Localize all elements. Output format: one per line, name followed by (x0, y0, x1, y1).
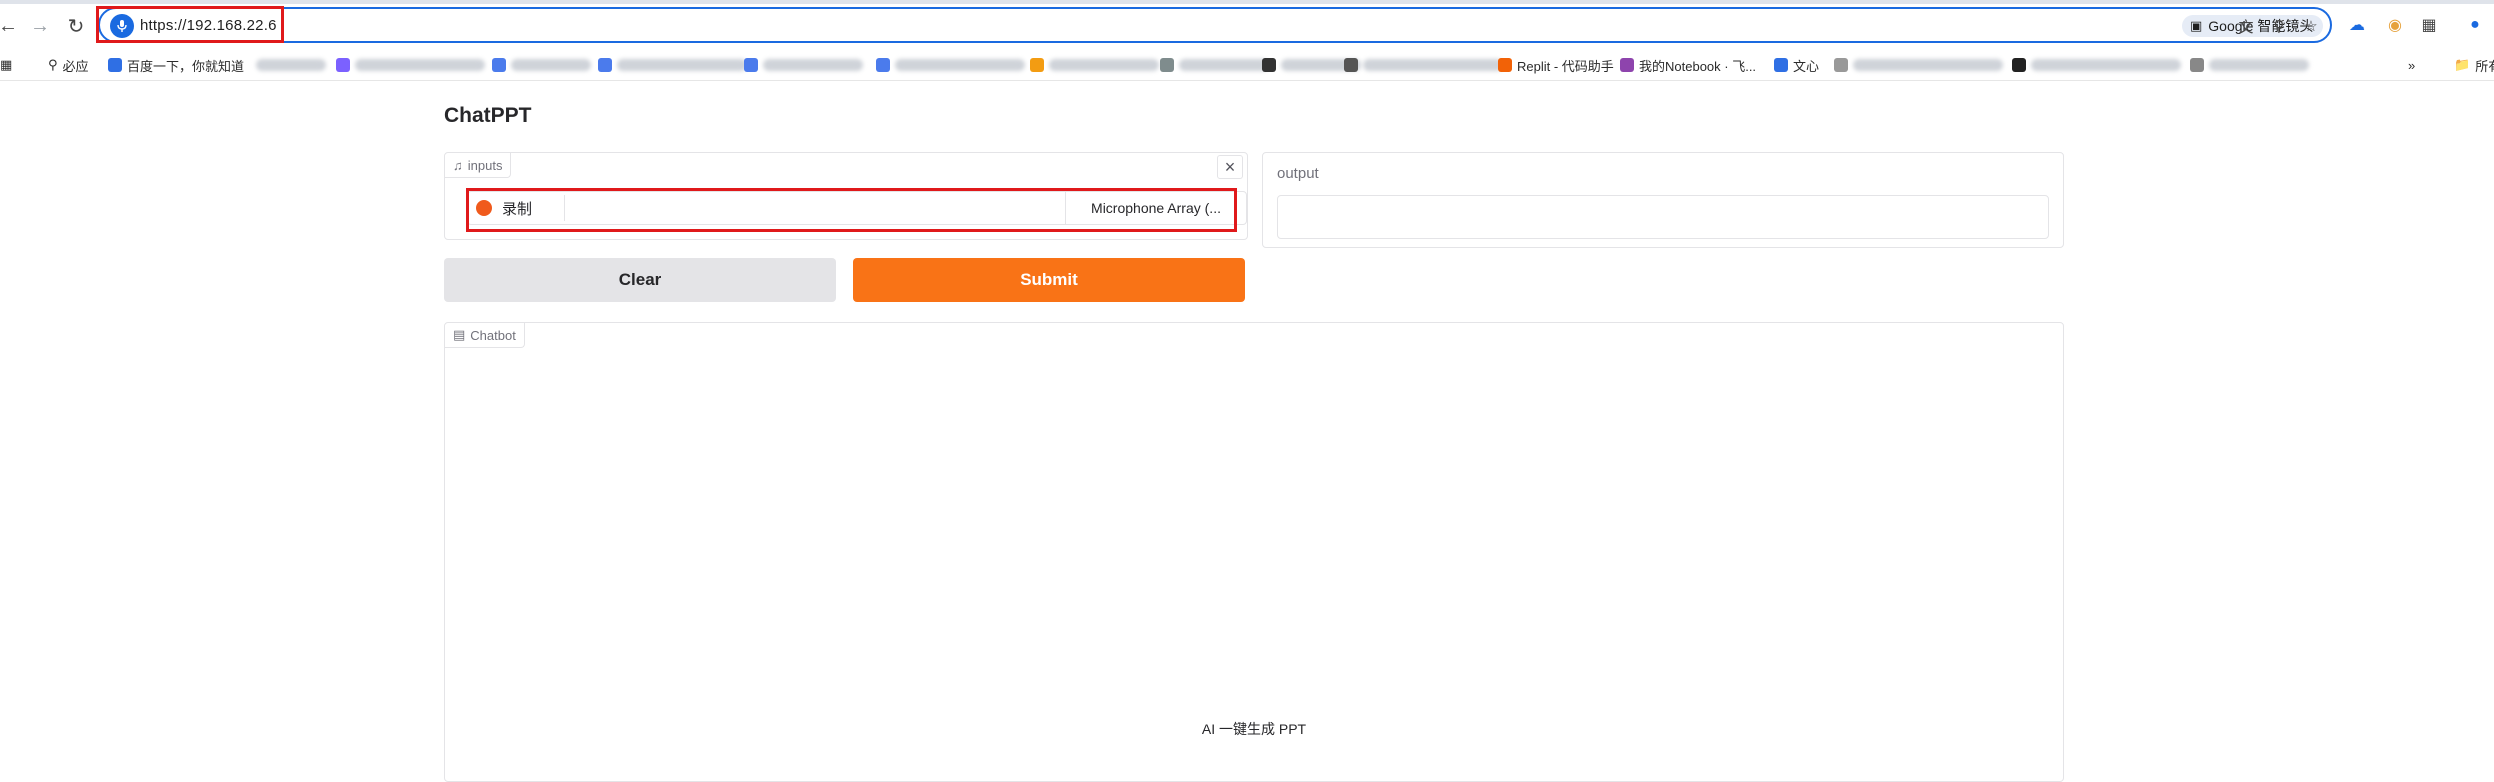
page-title: ChatPPT (444, 104, 532, 127)
chatbot-label: Chatbot (470, 327, 516, 343)
output-textbox[interactable] (1277, 195, 2049, 239)
bookmark-label: 百度一下，你就知道 (127, 58, 245, 74)
bookmark-item-blurred[interactable] (598, 56, 747, 74)
bookmark-label: 必应 (62, 58, 89, 74)
bookmarks-overflow-icon[interactable]: » (2408, 56, 2415, 74)
address-bar[interactable]: https://192.168.22.6 ▣ Google 智能镜头 文 ⚲ ☆ (98, 7, 2332, 43)
bookmark-item[interactable]: ⚲ 必应 (48, 56, 89, 74)
bookmark-item-blurred[interactable] (336, 56, 485, 74)
clear-button[interactable]: Clear (444, 258, 836, 302)
chatbot-message: AI 一键生成 PPT (1201, 721, 1307, 737)
bookmark-item[interactable]: 文心 (1774, 56, 1819, 74)
chatbot-block-label: ▤ Chatbot (445, 323, 525, 348)
profile-avatar-icon[interactable]: ● (2462, 12, 2488, 38)
bookmark-label: 我的Notebook · 飞... (1639, 58, 1757, 74)
bookmark-item-blurred[interactable] (1344, 56, 1503, 74)
wenxin-icon (1774, 58, 1788, 72)
folder-icon: 📁 (2454, 57, 2471, 72)
browser-toolbar: ← → ↻ https://192.168.22.6 ▣ Google 智能镜头… (0, 0, 2494, 50)
bookmark-item[interactable]: 📁 所有书签 (2454, 56, 2494, 74)
clear-audio-icon[interactable]: × (1217, 155, 1243, 179)
output-label: output (1277, 165, 1319, 182)
chat-bubble-icon: ▤ (453, 327, 466, 342)
extensions-puzzle-icon[interactable]: ▦ (2416, 12, 2442, 38)
bookmark-item-blurred[interactable] (876, 56, 1025, 74)
url-highlight-box (96, 6, 284, 43)
bookmark-item-blurred[interactable] (1030, 56, 1159, 74)
tab-strip-edge (0, 0, 2494, 4)
inputs-label: inputs (467, 157, 503, 173)
bookmark-label: 所有书签 (2475, 58, 2494, 74)
apps-grid-icon[interactable]: ▦ (0, 56, 12, 74)
lens-icon: ▣ (2190, 18, 2203, 33)
bookmark-item[interactable]: 我的Notebook · 飞... (1620, 56, 1756, 74)
output-panel: output (1262, 152, 2064, 248)
notebook-icon (1620, 58, 1634, 72)
bookmark-item-blurred[interactable] (2190, 56, 2309, 74)
inputs-block-label: ♫ inputs (445, 153, 512, 178)
music-note-icon: ♫ (453, 157, 463, 173)
reload-icon[interactable]: ↻ (62, 12, 90, 40)
bookmark-item[interactable]: Replit - 代码助手 (1498, 56, 1614, 74)
bookmark-label: 文心 (1793, 58, 1820, 74)
extension-translate-icon[interactable]: ☁ (2344, 12, 2370, 38)
paw-icon (108, 58, 122, 72)
replit-icon (1498, 58, 1512, 72)
recorder-highlight-box (466, 188, 1237, 232)
bookmark-star-icon[interactable]: ☆ (2300, 15, 2322, 37)
back-icon[interactable]: ← (0, 12, 22, 40)
bookmarks-bar: ▦ ⚲ 必应 百度一下，你就知道 Replit - 代码助手 我的Noteboo… (0, 50, 2494, 81)
bookmark-item-blurred[interactable] (1834, 56, 2003, 74)
zoom-icon[interactable]: ⚲ (2268, 15, 2290, 37)
search-icon: ⚲ (48, 57, 58, 72)
bookmark-item-blurred[interactable] (2012, 56, 2181, 74)
bookmark-label: Replit - 代码助手 (1517, 58, 1614, 74)
bookmark-item[interactable]: 百度一下，你就知道 (108, 56, 244, 74)
lens-label: Google 智能镜头 (2208, 18, 2314, 34)
forward-icon[interactable]: → (26, 12, 54, 40)
extension-badge-icon[interactable]: ◉ (2382, 12, 2408, 38)
bookmark-item-blurred[interactable] (256, 56, 326, 74)
submit-button[interactable]: Submit (853, 258, 1245, 302)
bookmark-item-blurred[interactable] (492, 56, 591, 74)
bookmark-item-blurred[interactable] (1160, 56, 1269, 74)
chatbot-panel: ▤ Chatbot AI 一键生成 PPT (444, 322, 2064, 782)
bookmark-item-blurred[interactable] (744, 56, 863, 74)
translate-icon[interactable]: 文 (2235, 15, 2257, 37)
